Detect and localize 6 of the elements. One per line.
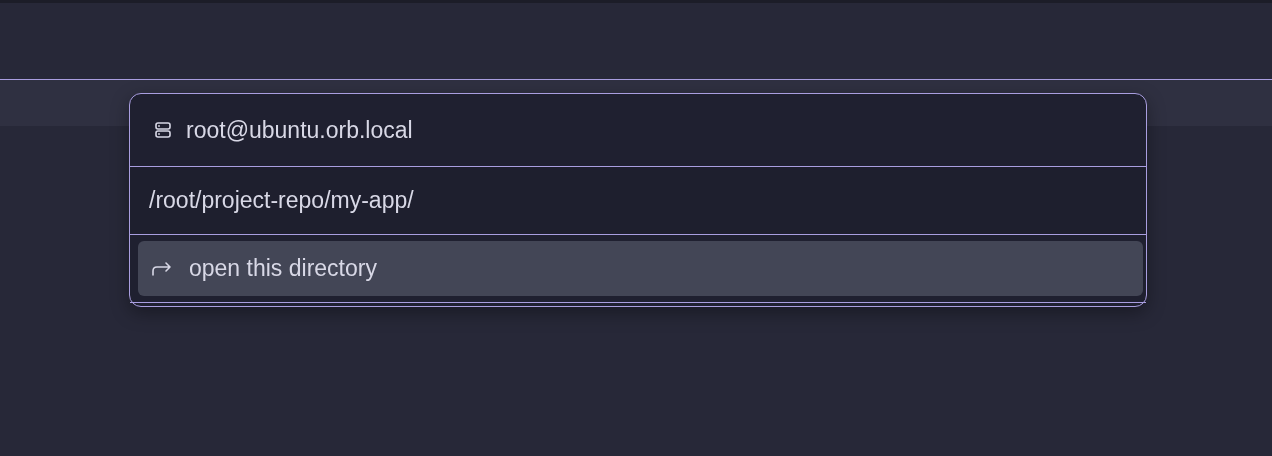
host-label: root@ubuntu.orb.local <box>186 116 413 144</box>
redirect-arrow-icon <box>151 260 173 277</box>
path-field[interactable]: /root/project-repo/my-app/ <box>130 167 1146 235</box>
server-icon <box>154 121 172 139</box>
path-input[interactable]: /root/project-repo/my-app/ <box>130 187 1146 214</box>
menu-item[interactable]: open this directory <box>138 241 1143 296</box>
